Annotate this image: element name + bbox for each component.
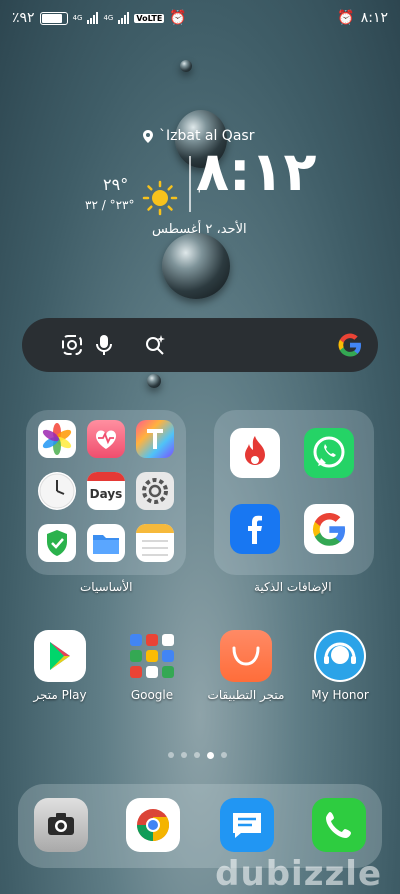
watermark-logo: dubizzle xyxy=(215,854,382,894)
my-honor-label: My Honor xyxy=(311,688,369,702)
files-icon[interactable] xyxy=(87,524,125,562)
settings-icon[interactable] xyxy=(136,472,174,510)
play-store-icon[interactable] xyxy=(34,630,86,682)
signal1-icon xyxy=(87,12,99,24)
health-icon[interactable] xyxy=(87,420,125,458)
clock-icon[interactable] xyxy=(38,472,76,510)
page-dot[interactable] xyxy=(181,752,187,758)
signal2-icon xyxy=(118,12,130,24)
ai-search-icon[interactable] xyxy=(143,333,167,357)
whatsapp-icon[interactable] xyxy=(304,428,354,478)
widget-divider xyxy=(189,156,191,212)
notes-icon[interactable] xyxy=(136,524,174,562)
google-folder-icon[interactable] xyxy=(126,630,178,682)
days-icon[interactable]: Days xyxy=(87,472,125,510)
page-dot[interactable] xyxy=(221,752,227,758)
volte-badge: VoLTE xyxy=(134,13,165,23)
google-icon[interactable] xyxy=(304,504,354,554)
facebook-icon[interactable] xyxy=(230,504,280,554)
folder-basics-label: الأساسيات xyxy=(80,580,133,594)
security-icon[interactable] xyxy=(38,524,76,562)
folder-smart[interactable] xyxy=(214,410,374,575)
page-dot[interactable] xyxy=(168,752,174,758)
google-folder-label: Google xyxy=(130,688,174,702)
location-pin-icon xyxy=(143,129,153,143)
temperature: ٢٩° xyxy=(103,175,129,194)
messages-icon[interactable] xyxy=(220,798,274,852)
battery-percent: ٪٩٢ xyxy=(12,10,35,26)
status-bar: ٪٩٢ 4G 4G VoLTE ⏰ ⏰ ٨:١٢ xyxy=(0,0,400,40)
clock-ampm: م xyxy=(198,180,205,193)
lens-icon[interactable] xyxy=(60,333,84,357)
days-label: Days xyxy=(89,487,123,501)
app-gallery-label: متجر التطبيقات xyxy=(207,688,285,702)
alarm-icon: ⏰ xyxy=(337,10,355,26)
chrome-icon[interactable] xyxy=(126,798,180,852)
status-time: ٨:١٢ xyxy=(360,10,388,26)
google-logo-icon[interactable] xyxy=(336,331,364,359)
water-drop xyxy=(162,233,230,299)
status-left: ٪٩٢ 4G 4G VoLTE ⏰ xyxy=(12,10,187,26)
water-drop xyxy=(147,374,161,388)
themes-icon[interactable] xyxy=(136,420,174,458)
battery-icon xyxy=(39,11,68,25)
temperature-range: ٢٣° / ٣٢° xyxy=(85,198,135,212)
water-drop xyxy=(180,60,192,72)
fire-app-icon[interactable] xyxy=(230,428,280,478)
folder-basics[interactable]: Days xyxy=(26,410,186,575)
clock-time[interactable]: ٨:١٢ xyxy=(196,140,316,203)
app-gallery-icon[interactable] xyxy=(220,630,272,682)
status-right: ⏰ ٨:١٢ xyxy=(337,10,388,26)
page-indicator[interactable] xyxy=(168,752,227,759)
folder-smart-label: الإضافات الذكية xyxy=(254,580,332,594)
play-store-label: متجر Play xyxy=(33,688,87,702)
date-text: الأحد، ٢ أغسطس xyxy=(152,222,247,237)
my-honor-icon[interactable] xyxy=(314,630,366,682)
page-dot-active[interactable] xyxy=(207,752,214,759)
sim2-type: 4G xyxy=(103,14,114,22)
microphone-icon[interactable] xyxy=(92,333,116,357)
sunny-icon xyxy=(142,180,178,216)
search-bar[interactable] xyxy=(22,318,378,372)
gallery-icon[interactable] xyxy=(38,420,76,458)
page-dot[interactable] xyxy=(194,752,200,758)
sim1-type: 4G xyxy=(72,14,83,22)
camera-icon[interactable] xyxy=(34,798,88,852)
phone-icon[interactable] xyxy=(312,798,366,852)
alarm-icon: ⏰ xyxy=(169,10,187,26)
